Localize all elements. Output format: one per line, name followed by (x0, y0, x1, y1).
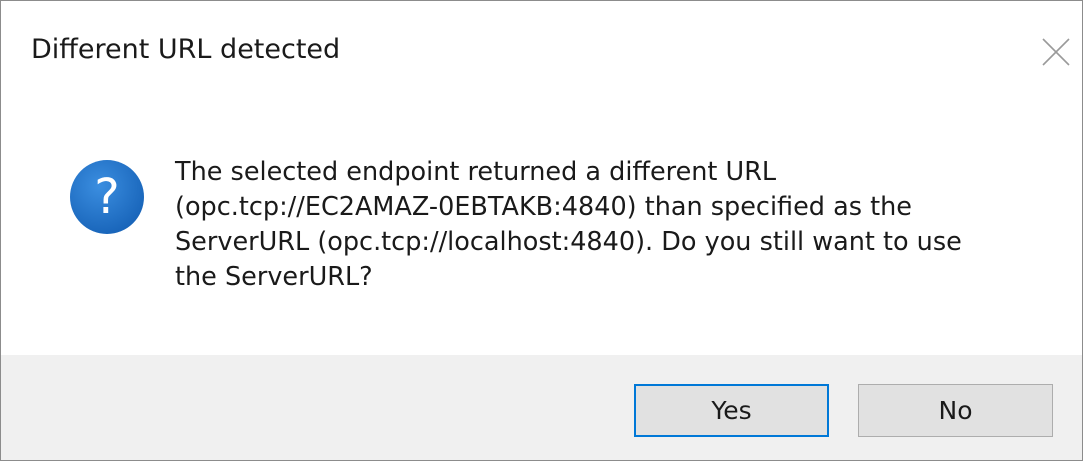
question-icon: ? (68, 158, 146, 236)
yes-button[interactable]: Yes (634, 384, 829, 437)
dialog-title: Different URL detected (31, 34, 341, 65)
message-line: the ServerURL? (175, 262, 373, 292)
message-dialog: Different URL detected ? The selected en… (0, 0, 1083, 461)
dialog-message: The selected endpoint returned a differe… (175, 155, 1055, 295)
svg-text:?: ? (94, 169, 119, 225)
message-line: The selected endpoint returned a differe… (175, 157, 777, 187)
close-icon[interactable] (1029, 25, 1081, 77)
message-line: (opc.tcp://EC2AMAZ-0EBTAKB:4840) than sp… (175, 192, 912, 222)
no-button[interactable]: No (858, 384, 1053, 437)
message-line: ServerURL (opc.tcp://localhost:4840). Do… (175, 227, 962, 257)
